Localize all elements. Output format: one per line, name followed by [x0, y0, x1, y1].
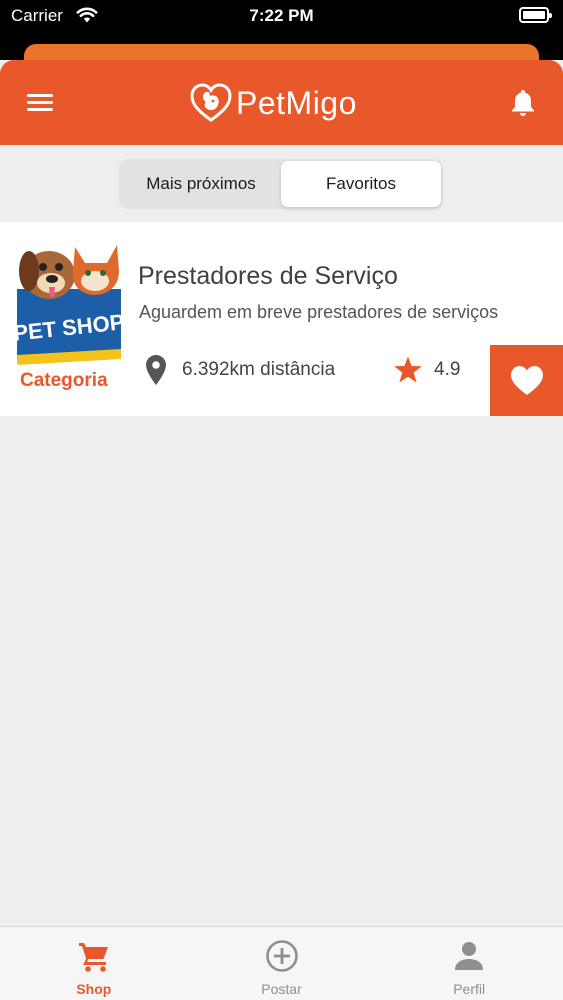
segment-favoritos[interactable]: Favoritos [281, 161, 441, 207]
segment-mais-proximos[interactable]: Mais próximos [121, 161, 281, 207]
app-name: PetMigo [236, 84, 357, 121]
plus-circle-icon [265, 940, 298, 972]
cart-icon [78, 943, 108, 972]
menu-bar [27, 94, 53, 97]
favorite-button[interactable] [490, 345, 563, 416]
tab-postar[interactable]: Postar [188, 927, 376, 1000]
listing-title: Prestadores de Serviço [138, 262, 398, 290]
heart-icon [510, 365, 543, 395]
tab-shop[interactable]: Shop [0, 927, 188, 1000]
app-header: PetMigo [0, 60, 563, 145]
tab-perfil[interactable]: Perfil [375, 927, 563, 1000]
distance-text: 6.392km distância [182, 359, 336, 380]
heart-dog-logo-icon [190, 83, 232, 122]
tab-label: Perfil [453, 981, 486, 997]
status-time: 7:22 PM [249, 6, 314, 25]
category-link[interactable]: Categoria [20, 370, 108, 392]
location-pin-icon [146, 355, 166, 385]
tab-label: Shop [76, 981, 112, 997]
listing-card[interactable]: PET SHOP Prestadores de Serviço Aguardem… [0, 222, 563, 416]
person-icon [455, 942, 484, 970]
listing-subtitle: Aguardem em breve prestadores de serviço… [139, 302, 499, 322]
star-icon [394, 356, 422, 383]
bell-icon[interactable] [510, 88, 536, 116]
battery-icon [519, 7, 552, 23]
tab-bar: Shop Postar Perfil [0, 926, 563, 1000]
tab-label: Postar [261, 981, 302, 997]
menu-bar [27, 108, 53, 111]
menu-button[interactable] [27, 92, 55, 114]
segmented-control: Mais próximos Favoritos [119, 159, 443, 209]
rating-value: 4.9 [434, 359, 461, 380]
app-logo: PetMigo [190, 82, 357, 124]
menu-bar [27, 101, 53, 104]
pet-shop-thumbnail: PET SHOP [15, 237, 123, 365]
